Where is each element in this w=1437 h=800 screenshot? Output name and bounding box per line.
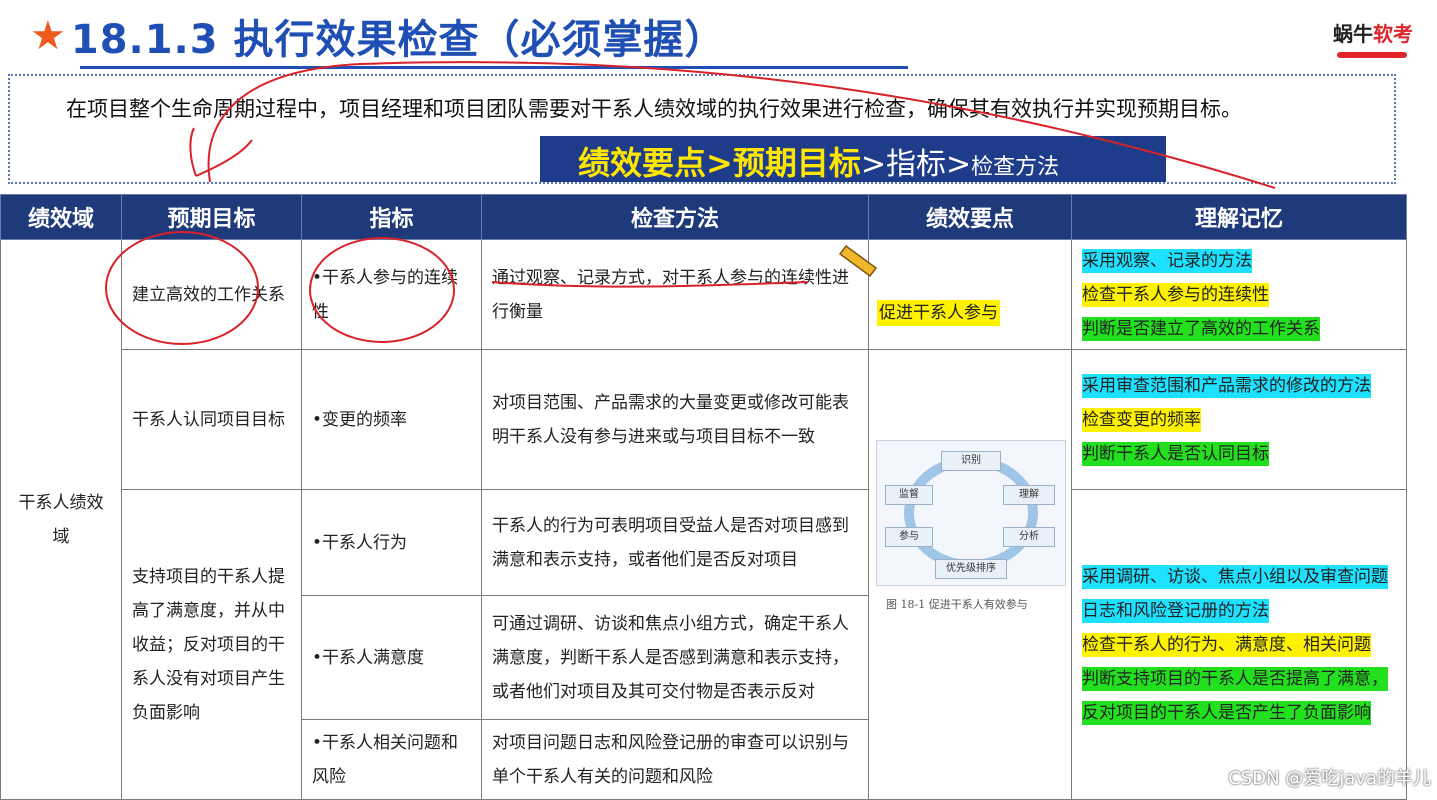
col-header-memory: 理解记忆 <box>1071 194 1407 240</box>
logo-swoosh <box>1337 52 1407 58</box>
title-underline <box>80 66 908 69</box>
banner-part2: >指标> <box>860 147 972 182</box>
col-header-method: 检查方法 <box>481 194 869 240</box>
memory-check: 检查干系人参与的连续性 <box>1082 282 1269 307</box>
memory-judge: 判断支持项目的干系人是否提高了满意，反对项目的干系人是否产生了负面影响 <box>1082 666 1388 725</box>
col-header-domain: 绩效域 <box>0 194 122 240</box>
page-title-text: 18.1.3 执行效果检查（必须掌握） <box>70 17 726 63</box>
node-understand: 理解 <box>1003 485 1055 505</box>
indicator-cell: •干系人相关问题和风险 <box>301 719 482 800</box>
memory-cell: 采用审查范围和产品需求的修改的方法 检查变更的频率 判断干系人是否认同目标 <box>1071 349 1407 490</box>
indicator-cell: •变更的频率 <box>301 349 482 490</box>
engagement-cycle-figure: 识别 理解 分析 优先级排序 参与 监督 <box>876 440 1066 586</box>
intro-text: 在项目整个生命周期过程中，项目经理和项目团队需要对干系人绩效域的执行效果进行检查… <box>66 97 1242 121</box>
memory-method: 采用审查范围和产品需求的修改的方法 <box>1082 373 1371 398</box>
memory-method: 采用观察、记录的方法 <box>1082 248 1252 273</box>
method-cell: 通过观察、记录方式，对干系人参与的连续性进行衡量 <box>481 239 869 350</box>
table-row: 干系人绩效域 建立高效的工作关系 •干系人参与的连续性 通过观察、记录方式，对干… <box>0 239 1407 800</box>
domain-cell: 干系人绩效域 <box>0 239 122 800</box>
node-engage: 参与 <box>885 527 933 547</box>
indicator-cell: •干系人行为 <box>301 489 482 596</box>
figure-caption: 图 18-1 促进干系人有效参与 <box>886 598 1028 611</box>
method-cell: 可通过调研、访谈和焦点小组方式，确定干系人满意度，判断干系人是否感到满意和表示支… <box>481 595 869 720</box>
memory-cell: 采用调研、访谈、焦点小组以及审查问题日志和风险登记册的方法 检查干系人的行为、满… <box>1071 489 1407 800</box>
banner-part1: 绩效要点>预期目标 <box>578 144 861 182</box>
table-row: 干系人认同项目目标 •变更的频率 对项目范围、产品需求的大量变更或修改可能表明干… <box>1 349 1407 800</box>
col-header-point: 绩效要点 <box>868 194 1072 240</box>
method-cell: 干系人的行为可表明项目受益人是否对项目感到满意和表示支持，或者他们是否反对项目 <box>481 489 869 596</box>
point-cell: 促进干系人参与 <box>868 239 1072 350</box>
goal-cell: 建立高效的工作关系 <box>121 239 302 350</box>
method-cell: 对项目范围、产品需求的大量变更或修改可能表明干系人没有参与进来或与项目目标不一致 <box>481 349 869 490</box>
performance-table: 绩效域 预期目标 指标 检查方法 绩效要点 理解记忆 干系人绩效域 建立高效的工… <box>0 194 1407 800</box>
node-identify: 识别 <box>941 451 1001 471</box>
star-icon: ★ <box>30 13 67 59</box>
method-cell: 对项目问题日志和风险登记册的审查可以识别与单个干系人有关的问题和风险 <box>481 719 869 800</box>
goal-cell: 支持项目的干系人提高了满意度，并从中收益；反对项目的干系人没有对项目产生负面影响 <box>121 489 302 800</box>
node-monitor: 监督 <box>885 485 933 505</box>
col-header-goal: 预期目标 <box>121 194 302 240</box>
goal-cell: 干系人认同项目目标 <box>121 349 302 490</box>
csdn-watermark: CSDN @爱吃java的羊儿 <box>1228 768 1431 789</box>
node-prioritize: 优先级排序 <box>935 559 1007 579</box>
summary-banner: 绩效要点>预期目标 >指标> 检查方法 <box>540 136 1166 182</box>
point-label: 促进干系人参与 <box>877 299 1000 326</box>
page-title: ★ 18.1.3 执行效果检查（必须掌握） <box>30 6 726 66</box>
memory-check: 检查变更的频率 <box>1082 407 1201 432</box>
memory-judge: 判断干系人是否认同目标 <box>1082 441 1269 466</box>
table-row: 支持项目的干系人提高了满意度，并从中收益；反对项目的干系人没有对项目产生负面影响… <box>1 489 1407 800</box>
logo-text-a: 蜗牛 <box>1333 21 1373 46</box>
col-header-indicator: 指标 <box>301 194 482 240</box>
banner-part3: 检查方法 <box>971 155 1060 180</box>
indicator-cell: •干系人参与的连续性 <box>301 239 482 350</box>
node-analyze: 分析 <box>1003 527 1055 547</box>
logo-text-b: 软考 <box>1373 21 1413 46</box>
memory-check: 检查干系人的行为、满意度、相关问题 <box>1082 632 1371 657</box>
brand-logo: 蜗牛 软考 <box>1327 8 1419 58</box>
memory-method: 采用调研、访谈、焦点小组以及审查问题日志和风险登记册的方法 <box>1082 564 1388 623</box>
indicator-cell: •干系人满意度 <box>301 595 482 720</box>
memory-cell: 采用观察、记录的方法 检查干系人参与的连续性 判断是否建立了高效的工作关系 <box>1071 239 1407 350</box>
memory-judge: 判断是否建立了高效的工作关系 <box>1082 316 1320 341</box>
table-header-row: 绩效域 预期目标 指标 检查方法 绩效要点 理解记忆 <box>0 194 1407 240</box>
